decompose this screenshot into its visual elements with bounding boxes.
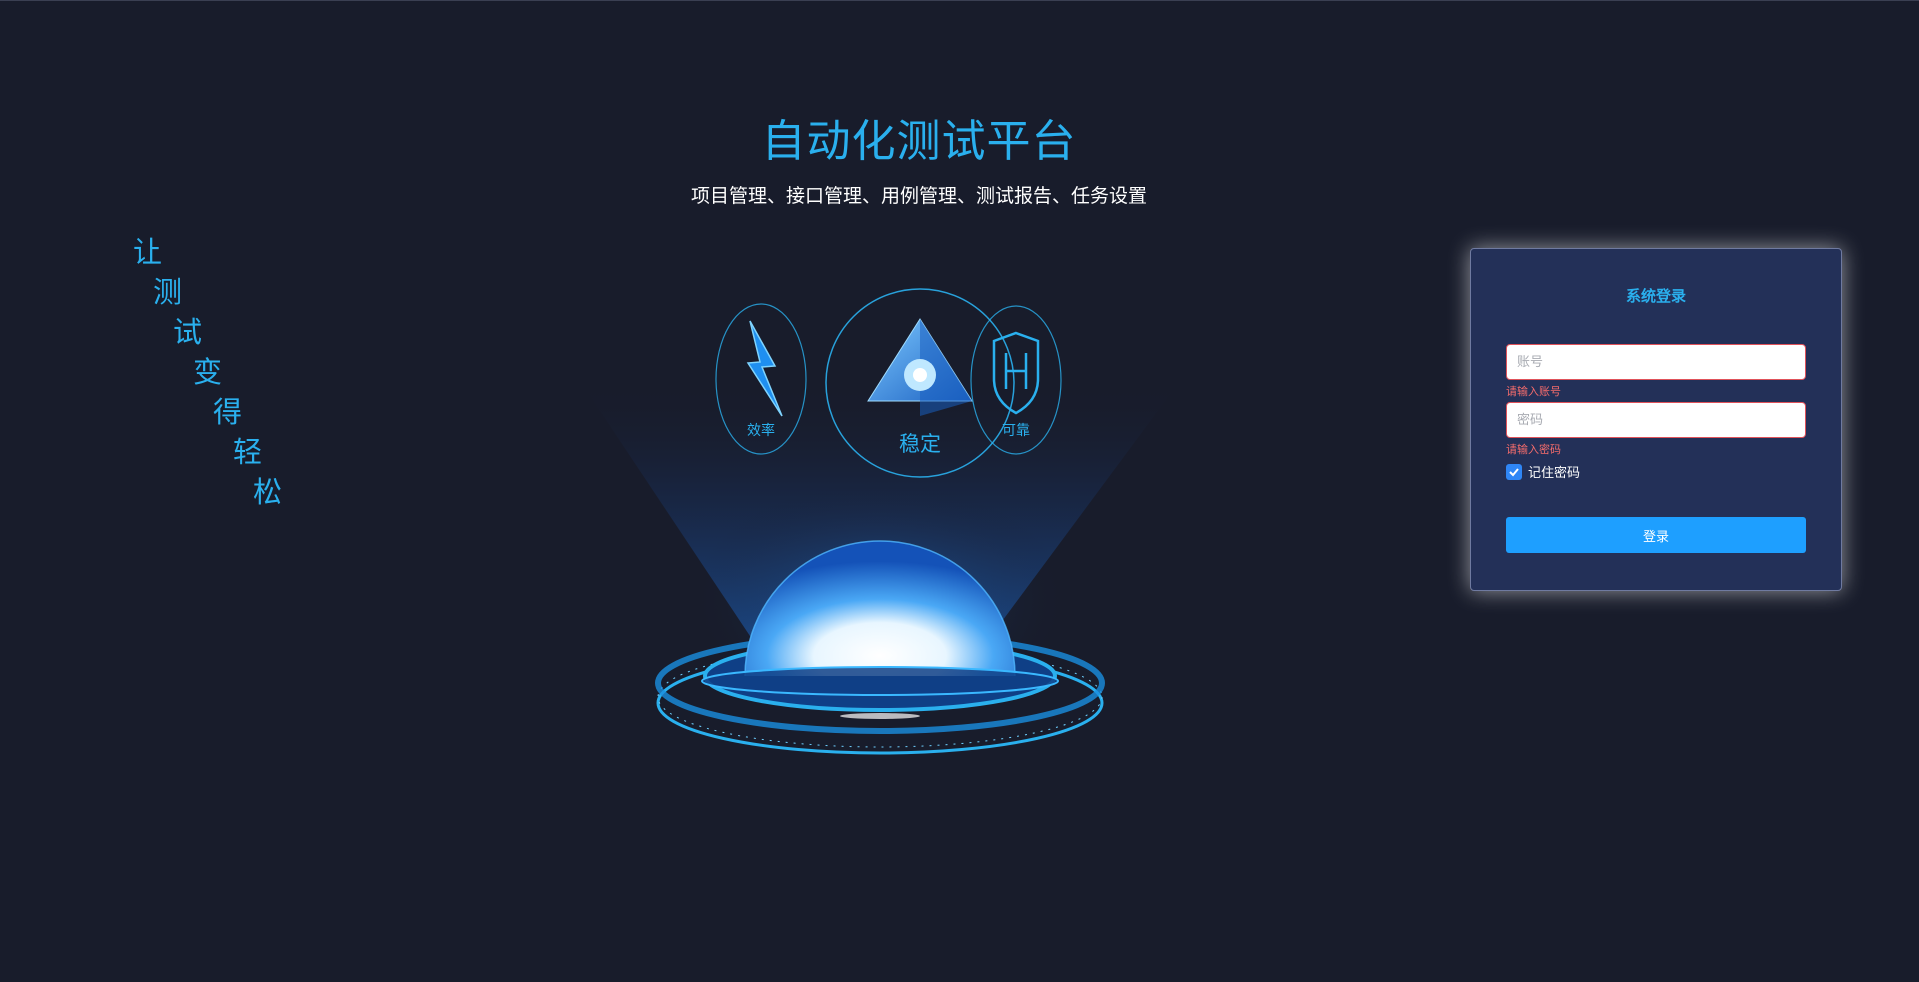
- slogan-char: 试: [173, 315, 203, 349]
- reliability-label: 可靠: [1002, 423, 1030, 439]
- login-title: 系统登录: [1625, 287, 1686, 305]
- efficiency-label: 效率: [747, 422, 775, 439]
- page-subtitle: 项目管理、接口管理、用例管理、测试报告、任务设置: [690, 185, 1147, 207]
- account-error: 请输入账号: [1506, 385, 1561, 398]
- stability-label: 稳定: [899, 432, 941, 456]
- page-title: 自动化测试平台: [761, 116, 1077, 167]
- efficiency-badge: 效率: [715, 303, 807, 455]
- remember-password-label: 记住密码: [1528, 466, 1581, 481]
- hologram-graphic: 效率 稳定 可靠: [580, 288, 1180, 755]
- slogan-char: 让: [133, 235, 163, 269]
- remember-password-checkbox[interactable]: 记住密码: [1506, 462, 1580, 481]
- hologram-illustration: 效率 稳定 可靠: [560, 271, 1200, 771]
- slogan-char: 松: [253, 475, 283, 509]
- login-page: 自动化测试平台 项目管理、接口管理、用例管理、测试报告、任务设置 让 测 试 变…: [0, 0, 1919, 982]
- slogan-char: 轻: [233, 435, 263, 469]
- slogan-char: 得: [213, 395, 243, 429]
- login-card: 系统登录 请输入账号 请输入密码 记住密码 登录: [1470, 248, 1842, 591]
- checkbox-checked-icon[interactable]: [1506, 463, 1522, 480]
- slogan-char: 测: [153, 275, 183, 309]
- login-button[interactable]: 登录: [1506, 517, 1806, 553]
- slogan-char: 变: [193, 355, 223, 389]
- password-error: 请输入密码: [1506, 443, 1561, 456]
- reliability-badge: 可靠: [970, 305, 1062, 455]
- password-input[interactable]: [1506, 402, 1806, 438]
- account-input[interactable]: [1506, 344, 1806, 380]
